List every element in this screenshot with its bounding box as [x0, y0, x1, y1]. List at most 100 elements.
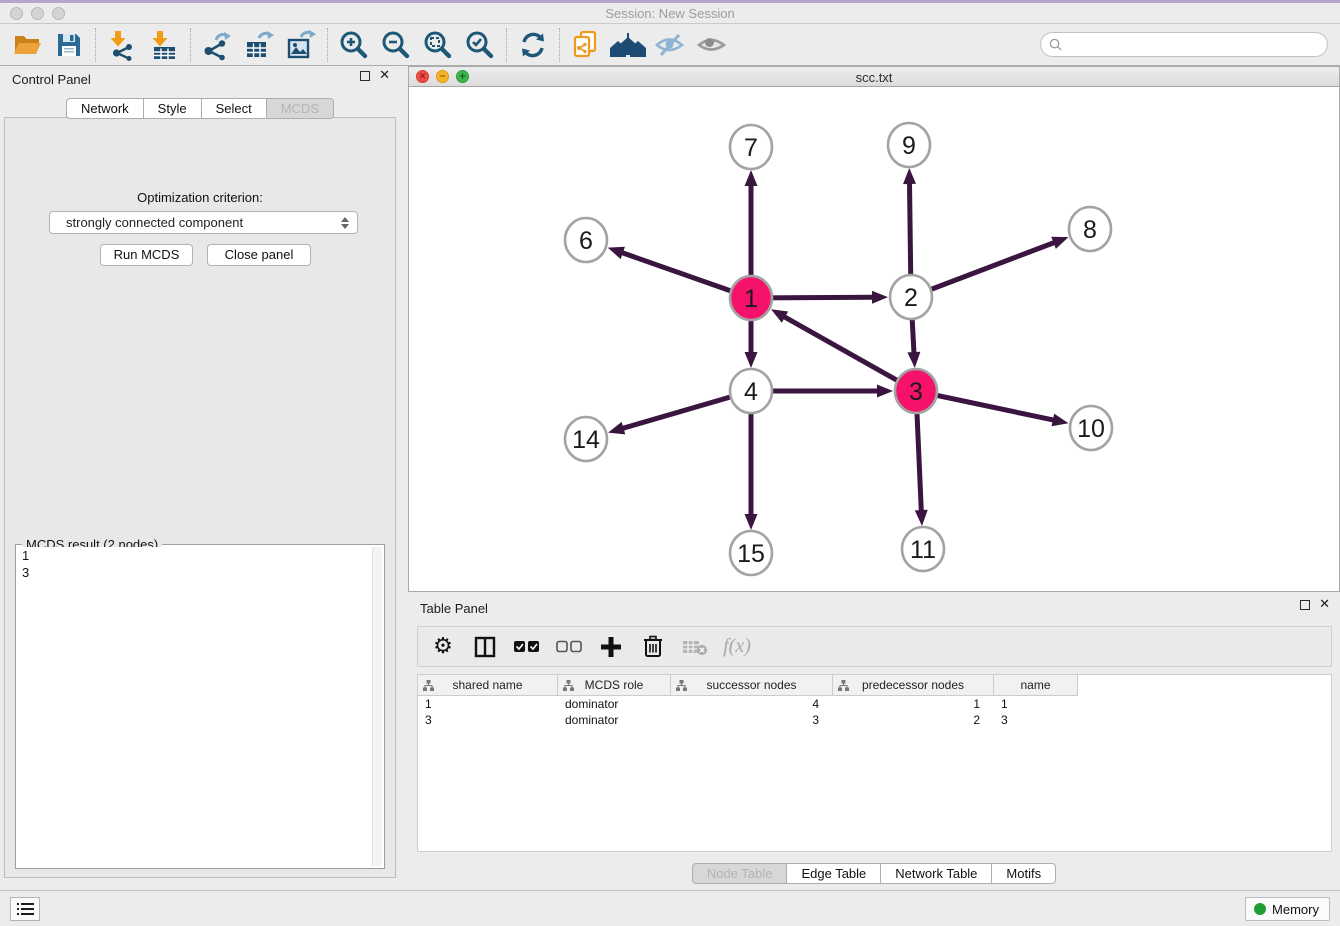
result-item[interactable]: 1: [18, 547, 372, 564]
zoom-selected-icon[interactable]: [459, 26, 501, 64]
tab-motifs[interactable]: Motifs: [992, 863, 1056, 884]
table-cell[interactable]: dominator: [558, 712, 671, 728]
graph-node-label: 2: [904, 284, 918, 312]
graph-edge-arrow: [903, 168, 916, 184]
import-table-icon[interactable]: [143, 26, 185, 64]
column-header-MCDS-role[interactable]: MCDS role: [558, 675, 671, 696]
task-history-button[interactable]: [10, 897, 40, 921]
tab-mcds[interactable]: MCDS: [267, 98, 334, 119]
zoom-out-icon[interactable]: [375, 26, 417, 64]
graph-node-11[interactable]: 11: [902, 527, 944, 571]
graph-edge-arrow: [877, 385, 893, 398]
graph-node-4[interactable]: 4: [730, 369, 772, 413]
save-session-icon[interactable]: [48, 26, 90, 64]
graph-edge-arrow: [745, 352, 758, 368]
graph-node-3[interactable]: 3: [895, 369, 937, 413]
hide-selected-eye-icon[interactable]: [649, 26, 691, 64]
node-table[interactable]: shared name MCDS role successor nodes prede…: [417, 674, 1332, 852]
clone-network-icon[interactable]: [565, 26, 607, 64]
result-scrollbar[interactable]: [372, 547, 382, 866]
graph-node-6[interactable]: 6: [565, 218, 607, 262]
close-table-panel-icon[interactable]: ✕: [1319, 600, 1330, 610]
memory-label: Memory: [1272, 902, 1319, 917]
close-panel-button[interactable]: Close panel: [207, 244, 311, 266]
graph-node-15[interactable]: 15: [730, 531, 772, 575]
graph-node-label: 1: [744, 285, 758, 313]
table-row[interactable]: 3dominator323: [418, 712, 1331, 728]
column-type-icon: [563, 680, 574, 691]
column-view-icon[interactable]: [472, 634, 498, 660]
delete-column-icon[interactable]: [640, 634, 666, 660]
float-panel-icon[interactable]: [360, 71, 370, 81]
zoom-fit-icon[interactable]: [417, 26, 459, 64]
column-header-successor-nodes[interactable]: successor nodes: [671, 675, 833, 696]
table-panel-title: Table Panel: [420, 601, 488, 616]
graph-node-1[interactable]: 1: [730, 276, 772, 320]
titlebar: Session: New Session: [0, 3, 1340, 24]
optimization-criterion-select[interactable]: strongly connected component: [49, 211, 358, 234]
close-panel-icon[interactable]: ✕: [379, 71, 390, 81]
column-header-name[interactable]: name: [994, 675, 1078, 696]
table-cell[interactable]: 2: [833, 712, 994, 728]
run-mcds-button[interactable]: Run MCDS: [100, 244, 193, 266]
control-panel-title: Control Panel: [12, 72, 91, 87]
zoom-in-icon[interactable]: [333, 26, 375, 64]
graph-node-8[interactable]: 8: [1069, 207, 1111, 251]
table-cell[interactable]: 3: [671, 712, 833, 728]
column-header-predecessor-nodes[interactable]: predecessor nodes: [833, 675, 994, 696]
control-panel-tabs: NetworkStyleSelectMCDS: [66, 98, 334, 119]
graph-node-label: 8: [1083, 216, 1097, 244]
graph-node-2[interactable]: 2: [890, 275, 932, 319]
table-cell[interactable]: 1: [833, 696, 994, 712]
export-image-icon[interactable]: [280, 26, 322, 64]
graph-node-14[interactable]: 14: [565, 417, 607, 461]
import-network-icon[interactable]: [101, 26, 143, 64]
tab-style[interactable]: Style: [144, 98, 202, 119]
table-cell[interactable]: 3: [418, 712, 558, 728]
toolbar-separator: [327, 28, 328, 62]
table-cell[interactable]: 4: [671, 696, 833, 712]
table-cell[interactable]: 1: [994, 696, 1078, 712]
dropdown-stepper-icon: [338, 215, 351, 231]
show-all-eye-icon[interactable]: [691, 26, 733, 64]
memory-button[interactable]: Memory: [1245, 897, 1330, 921]
column-header-shared-name[interactable]: shared name: [418, 675, 558, 696]
open-session-icon[interactable]: [6, 26, 48, 64]
panel-splitter[interactable]: [400, 66, 408, 890]
tab-network[interactable]: Network: [66, 98, 144, 119]
export-table-icon[interactable]: [238, 26, 280, 64]
search-input[interactable]: [1067, 35, 1327, 55]
home-layout-icon[interactable]: [607, 26, 649, 64]
tab-node-table[interactable]: Node Table: [692, 863, 788, 884]
graph-node-label: 14: [572, 426, 600, 454]
mcds-result-list[interactable]: 13: [18, 547, 372, 866]
network-window-header[interactable]: ✕ − + scc.txt: [409, 67, 1339, 87]
table-row[interactable]: 1dominator411: [418, 696, 1331, 712]
export-network-icon[interactable]: [196, 26, 238, 64]
network-canvas[interactable]: 7 9 6 8 1 2 4 3 14 10 15 11: [409, 88, 1339, 591]
table-cell[interactable]: 1: [418, 696, 558, 712]
column-header-label: predecessor nodes: [862, 678, 964, 692]
graph-node-9[interactable]: 9: [888, 123, 930, 167]
window-title: Session: New Session: [0, 6, 1340, 21]
graph-edge-3-1[interactable]: [783, 316, 916, 391]
table-cell[interactable]: 3: [994, 712, 1078, 728]
result-item[interactable]: 3: [18, 564, 372, 581]
graph-node-7[interactable]: 7: [730, 125, 772, 169]
search-field[interactable]: [1040, 32, 1328, 57]
refresh-icon[interactable]: [512, 26, 554, 64]
table-settings-icon[interactable]: ⚙: [430, 634, 456, 660]
tab-edge-table[interactable]: Edge Table: [787, 863, 881, 884]
deselect-all-columns-icon[interactable]: [556, 634, 582, 660]
float-table-panel-icon[interactable]: [1300, 600, 1310, 610]
tab-network-table[interactable]: Network Table: [881, 863, 992, 884]
graph-node-label: 15: [737, 540, 765, 568]
column-header-label: MCDS role: [585, 678, 644, 692]
toolbar-separator: [95, 28, 96, 62]
graph-edge-2-8[interactable]: [911, 242, 1055, 297]
table-cell[interactable]: dominator: [558, 696, 671, 712]
graph-node-10[interactable]: 10: [1070, 406, 1112, 450]
tab-select[interactable]: Select: [202, 98, 267, 119]
select-all-columns-icon[interactable]: [514, 634, 540, 660]
add-column-icon[interactable]: [598, 634, 624, 660]
